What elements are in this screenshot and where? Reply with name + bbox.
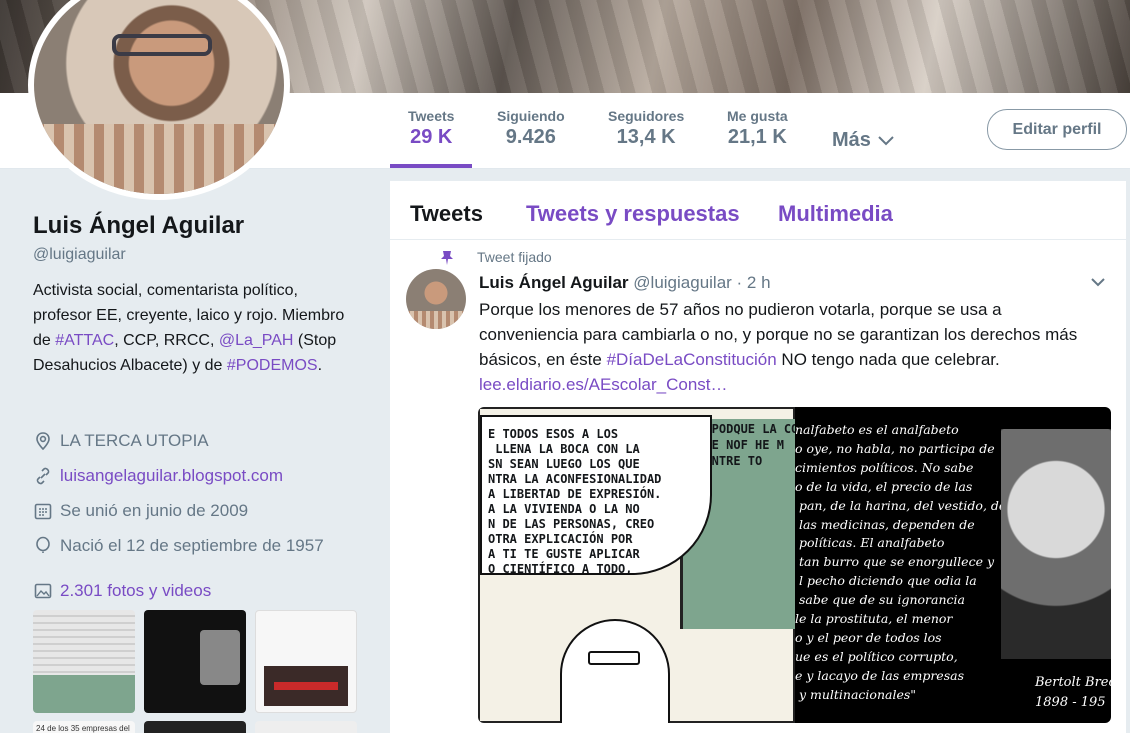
mention-la-pah[interactable]: @La_PAH <box>219 332 294 349</box>
tweet-header: Luis Ángel Aguilar @luigiaguilar · 2 h <box>479 273 771 293</box>
tweet-url[interactable]: lee.eldiario.es/AEscolar_Const… <box>479 375 728 394</box>
tweet-hashtag[interactable]: #DíaDeLaConstitución <box>607 350 777 369</box>
more-label: Más <box>832 129 871 151</box>
stat-likes[interactable]: Me gusta 21,1 K <box>727 108 788 149</box>
tweet-menu-chevron-icon[interactable] <box>1090 277 1106 287</box>
profile-avatar[interactable] <box>28 0 290 200</box>
stat-followers-value: 13,4 K <box>616 126 676 148</box>
pin-icon <box>441 251 453 265</box>
media-thumbnail[interactable] <box>33 610 135 713</box>
profile-sidebar: Luis Ángel Aguilar @luigiaguilar Activis… <box>33 212 363 733</box>
stat-following-label: Siguiendo <box>497 108 565 124</box>
tab-tweets[interactable]: Tweets <box>410 201 483 227</box>
quote-signature: Bertolt Brec 1898 - 195 <box>1035 675 1111 710</box>
stat-likes-label: Me gusta <box>727 108 788 124</box>
photo-icon <box>34 583 52 599</box>
photos-videos-label: 2.301 fotos y videos <box>60 581 212 600</box>
edit-profile-button[interactable]: Editar perfil <box>987 109 1127 150</box>
bio-text-2: , CCP, RRCC, <box>114 332 219 349</box>
tab-media[interactable]: Multimedia <box>778 201 893 227</box>
media-thumbnail[interactable]: 24 de los 35 empresas del <box>33 721 135 733</box>
quote-text: nalfabeto es el analfabeto o oye, no hab… <box>795 422 1010 702</box>
photos-videos-link[interactable]: 2.301 fotos y videos <box>33 581 211 601</box>
website-link[interactable]: luisangelaguilar.blogspot.com <box>60 466 283 486</box>
tweet-body-end: NO tengo nada que celebrar. <box>776 350 1000 369</box>
cartoon-speech-bubble: E TODOS ESOS A LOS LLENA LA BOCA CON LA … <box>480 415 712 575</box>
profile-website[interactable]: luisangelaguilar.blogspot.com <box>33 466 283 486</box>
stat-likes-value: 21,1 K <box>727 126 787 148</box>
media-cartoon[interactable]: ...PODQUE LA CON QUE NOF HE M ENTRE TO E… <box>478 407 806 723</box>
profile-joined: Se unió en junio de 2009 <box>33 501 248 521</box>
stat-tweets[interactable]: Tweets 29 K <box>389 108 474 168</box>
profile-location: LA TERCA UTOPIA <box>33 431 209 451</box>
tweet-text: Porque los menores de 57 años no pudiero… <box>479 297 1099 397</box>
profile-birthday: Nació el 12 de septiembre de 1957 <box>33 536 324 556</box>
timeline: Tweets Tweets y respuestas Multimedia Tw… <box>390 181 1126 733</box>
timeline-tabs: Tweets Tweets y respuestas Multimedia <box>390 181 1126 240</box>
tab-tweets-replies[interactable]: Tweets y respuestas <box>526 201 740 227</box>
tweet-avatar[interactable] <box>406 269 466 329</box>
stat-following-value: 9.426 <box>505 126 556 148</box>
birthday-text: Nació el 12 de septiembre de 1957 <box>60 536 324 555</box>
avatar-photo <box>34 0 284 194</box>
stat-following[interactable]: Siguiendo 9.426 <box>497 108 565 149</box>
pinned-label: Tweet fijado <box>441 249 552 265</box>
joined-text: Se unió en junio de 2009 <box>60 501 249 520</box>
quote-portrait <box>1001 429 1111 659</box>
stat-followers[interactable]: Seguidores 13,4 K <box>608 108 684 149</box>
location-text: LA TERCA UTOPIA <box>60 431 209 450</box>
stat-tweets-value: 29 K <box>410 126 453 148</box>
hashtag-attac[interactable]: #ATTAC <box>55 332 114 349</box>
balloon-icon <box>36 536 50 553</box>
stat-tweets-label: Tweets <box>408 108 455 124</box>
stat-followers-label: Seguidores <box>608 108 685 124</box>
profile-handle[interactable]: @luigiaguilar <box>33 246 363 264</box>
media-quote-image[interactable]: nalfabeto es el analfabeto o oye, no hab… <box>795 407 1111 723</box>
chevron-down-icon <box>878 136 894 146</box>
media-thumbnail[interactable] <box>255 721 357 733</box>
tweet-media[interactable]: ...PODQUE LA CON QUE NOF HE M ENTRE TO E… <box>478 407 1111 723</box>
bio-text-4: . <box>317 357 323 374</box>
profile-name[interactable]: Luis Ángel Aguilar <box>33 212 363 240</box>
link-icon <box>36 467 50 485</box>
media-thumbnail[interactable] <box>144 610 246 713</box>
pinned-text: Tweet fijado <box>477 249 552 265</box>
profile-bio: Activista social, comentarista político,… <box>33 278 353 378</box>
media-thumbnail[interactable] <box>255 610 357 713</box>
media-thumbnail[interactable] <box>144 721 246 733</box>
calendar-icon <box>34 503 52 520</box>
tweet-handle-time[interactable]: @luigiaguilar · 2 h <box>633 273 770 292</box>
hashtag-podemos[interactable]: #PODEMOS <box>227 357 318 374</box>
location-pin-icon <box>36 432 50 451</box>
tweet-author-name[interactable]: Luis Ángel Aguilar <box>479 273 629 292</box>
more-menu[interactable]: Más <box>832 129 895 152</box>
